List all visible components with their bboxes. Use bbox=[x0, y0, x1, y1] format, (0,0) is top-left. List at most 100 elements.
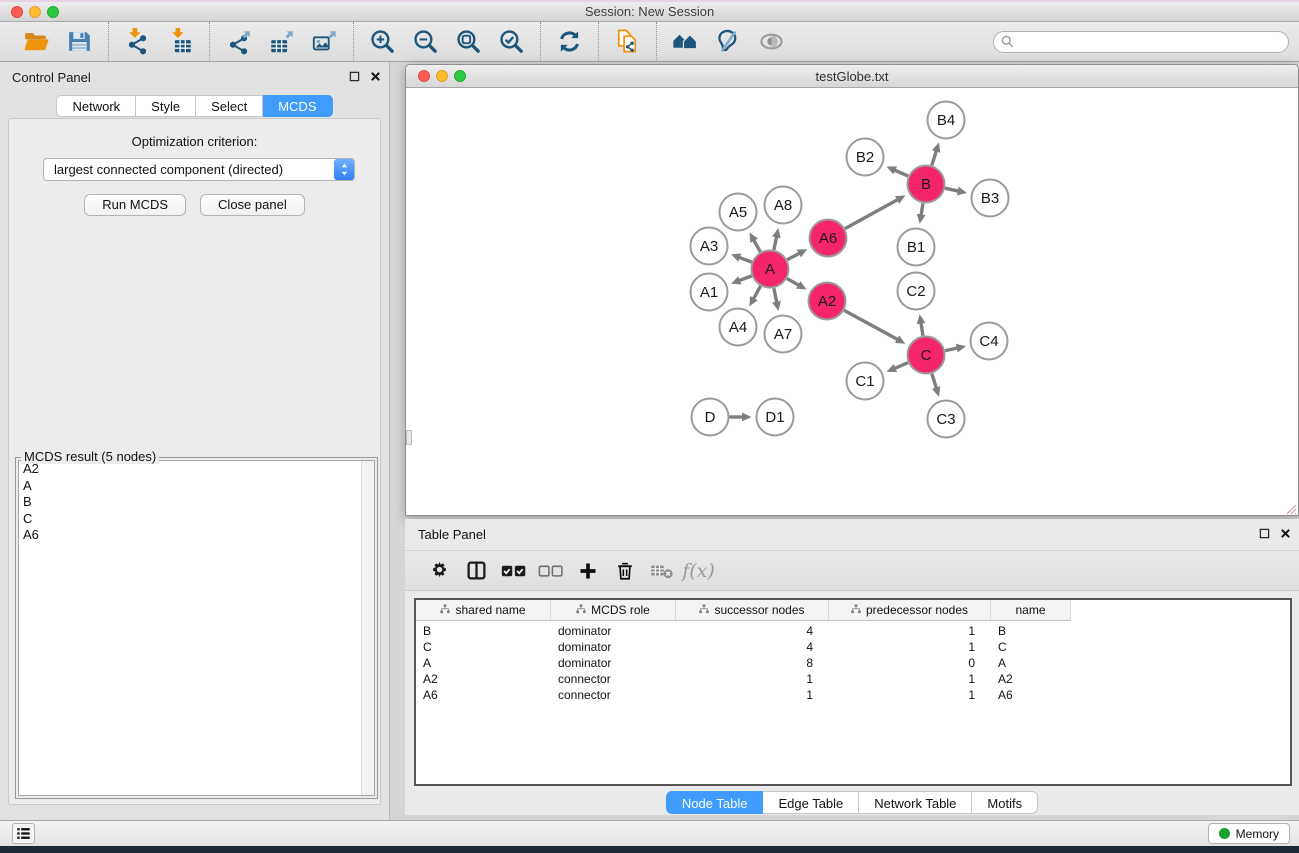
graph-node-A4[interactable]: A4 bbox=[720, 309, 757, 346]
column-browser-button[interactable] bbox=[458, 554, 495, 588]
table-row[interactable]: Bdominator41B bbox=[416, 623, 1290, 639]
graph-node-C1[interactable]: C1 bbox=[847, 363, 884, 400]
clear-style-button[interactable] bbox=[707, 25, 750, 59]
zoom-fit-button[interactable] bbox=[447, 25, 490, 59]
network-minimize-icon[interactable] bbox=[436, 70, 448, 82]
table-row[interactable]: A2connector11A2 bbox=[416, 671, 1290, 687]
zoom-out-button[interactable] bbox=[404, 25, 447, 59]
graph-edge-C-C1[interactable] bbox=[894, 363, 908, 369]
graph-node-D[interactable]: D bbox=[692, 399, 729, 436]
add-column-button[interactable] bbox=[569, 554, 606, 588]
close-window-icon[interactable] bbox=[11, 6, 23, 18]
column-header-MCDS-role[interactable]: MCDS role bbox=[551, 600, 676, 621]
settings-button[interactable] bbox=[421, 554, 458, 588]
home-button[interactable] bbox=[664, 25, 707, 59]
graph-node-A6[interactable]: A6 bbox=[810, 220, 847, 257]
table-row[interactable]: A6connector11A6 bbox=[416, 687, 1290, 703]
column-header-shared-name[interactable]: shared name bbox=[416, 600, 551, 621]
tab-select[interactable]: Select bbox=[196, 95, 263, 117]
network-canvas[interactable]: B4 B2 B B3 A5A8A6 A3 B1 A A1 C2 A2 A4A7 C4 C C1 D D1 C3 bbox=[406, 88, 1298, 515]
float-panel-icon[interactable] bbox=[348, 70, 360, 82]
graph-edge-C-C4[interactable] bbox=[945, 348, 958, 351]
graph-node-B2[interactable]: B2 bbox=[847, 139, 884, 176]
graph-edge-B-B3[interactable] bbox=[945, 188, 959, 191]
search-field[interactable] bbox=[993, 31, 1289, 53]
graph-node-C4[interactable]: C4 bbox=[971, 323, 1008, 360]
search-input[interactable] bbox=[1019, 35, 1281, 49]
column-header-predecessor-nodes[interactable]: predecessor nodes bbox=[829, 600, 991, 621]
close-panel-button[interactable]: Close panel bbox=[200, 194, 305, 216]
tab-style[interactable]: Style bbox=[136, 95, 196, 117]
graph-node-A3[interactable]: A3 bbox=[691, 228, 728, 265]
open-file-button[interactable] bbox=[15, 25, 58, 59]
column-header-successor-nodes[interactable]: successor nodes bbox=[676, 600, 829, 621]
deselect-all-button[interactable] bbox=[532, 554, 569, 588]
tab-mcds[interactable]: MCDS bbox=[263, 95, 332, 117]
mcds-result-item[interactable]: A6 bbox=[19, 527, 374, 544]
export-image-button[interactable] bbox=[303, 25, 346, 59]
graph-edge-B-B1[interactable] bbox=[921, 203, 923, 215]
memory-button[interactable]: Memory bbox=[1208, 823, 1290, 844]
table-row[interactable]: Cdominator41C bbox=[416, 639, 1290, 655]
graph-node-B4[interactable]: B4 bbox=[928, 102, 965, 139]
criterion-dropdown[interactable]: largest connected component (directed) bbox=[43, 158, 355, 181]
graph-node-C[interactable]: C bbox=[908, 337, 945, 374]
show-details-button[interactable] bbox=[750, 25, 793, 59]
graph-edge-A-A4[interactable] bbox=[753, 286, 760, 299]
network-close-icon[interactable] bbox=[418, 70, 430, 82]
clone-network-button[interactable] bbox=[606, 25, 649, 59]
graph-node-C3[interactable]: C3 bbox=[928, 401, 965, 438]
delete-column-button[interactable] bbox=[606, 554, 643, 588]
maximize-window-icon[interactable] bbox=[47, 6, 59, 18]
graph-edge-A-A2[interactable] bbox=[787, 279, 799, 286]
zoom-selected-button[interactable] bbox=[490, 25, 533, 59]
graph-node-B[interactable]: B bbox=[908, 166, 945, 203]
graph-node-C2[interactable]: C2 bbox=[898, 273, 935, 310]
graph-edge-A-A8[interactable] bbox=[774, 236, 777, 250]
graph-node-B3[interactable]: B3 bbox=[972, 180, 1009, 217]
graph-node-A2[interactable]: A2 bbox=[809, 283, 846, 320]
graph-node-A1[interactable]: A1 bbox=[691, 274, 728, 311]
function-builder-button[interactable]: f(x) bbox=[680, 554, 717, 588]
network-window-titlebar[interactable]: testGlobe.txt bbox=[406, 65, 1298, 88]
graph-node-A5[interactable]: A5 bbox=[720, 194, 757, 231]
network-maximize-icon[interactable] bbox=[454, 70, 466, 82]
graph-edge-A-A6[interactable] bbox=[787, 253, 800, 260]
graph-edge-B-B4[interactable] bbox=[932, 151, 937, 166]
table-tab-motifs[interactable]: Motifs bbox=[972, 791, 1038, 814]
export-table-button[interactable] bbox=[260, 25, 303, 59]
export-network-button[interactable] bbox=[217, 25, 260, 59]
graph-node-A7[interactable]: A7 bbox=[765, 316, 802, 353]
graph-node-D1[interactable]: D1 bbox=[757, 399, 794, 436]
minimize-window-icon[interactable] bbox=[29, 6, 41, 18]
table-tab-edge-table[interactable]: Edge Table bbox=[763, 791, 859, 814]
graph-edge-A2-C[interactable] bbox=[844, 310, 898, 339]
table-row[interactable]: Adominator80A bbox=[416, 655, 1290, 671]
graph-edge-A6-B[interactable] bbox=[845, 199, 898, 228]
graph-node-A8[interactable]: A8 bbox=[765, 187, 802, 224]
graph-edge-A-A5[interactable] bbox=[754, 240, 761, 252]
save-session-button[interactable] bbox=[58, 25, 101, 59]
table-tab-network-table[interactable]: Network Table bbox=[859, 791, 972, 814]
task-history-button[interactable] bbox=[12, 823, 35, 844]
splitter-handle[interactable] bbox=[406, 430, 412, 445]
zoom-in-button[interactable] bbox=[361, 25, 404, 59]
select-all-button[interactable] bbox=[495, 554, 532, 588]
tab-network[interactable]: Network bbox=[56, 95, 136, 117]
resize-grip[interactable] bbox=[1285, 502, 1297, 514]
mcds-result-item[interactable]: A bbox=[19, 478, 374, 495]
refresh-view-button[interactable] bbox=[548, 25, 591, 59]
graph-edge-B-B2[interactable] bbox=[894, 170, 908, 176]
graph-edge-C-C3[interactable] bbox=[932, 374, 937, 389]
run-mcds-button[interactable]: Run MCDS bbox=[84, 194, 186, 216]
graph-node-B1[interactable]: B1 bbox=[898, 229, 935, 266]
mcds-result-item[interactable]: C bbox=[19, 511, 374, 528]
import-table-button[interactable] bbox=[159, 25, 202, 59]
mcds-result-item[interactable]: B bbox=[19, 494, 374, 511]
graph-node-A[interactable]: A bbox=[752, 251, 789, 288]
import-network-button[interactable] bbox=[116, 25, 159, 59]
graph-edge-C-C2[interactable] bbox=[921, 323, 923, 336]
close-table-panel-icon[interactable] bbox=[1279, 527, 1291, 539]
close-panel-icon[interactable] bbox=[369, 70, 381, 82]
float-table-panel-icon[interactable] bbox=[1258, 527, 1270, 539]
